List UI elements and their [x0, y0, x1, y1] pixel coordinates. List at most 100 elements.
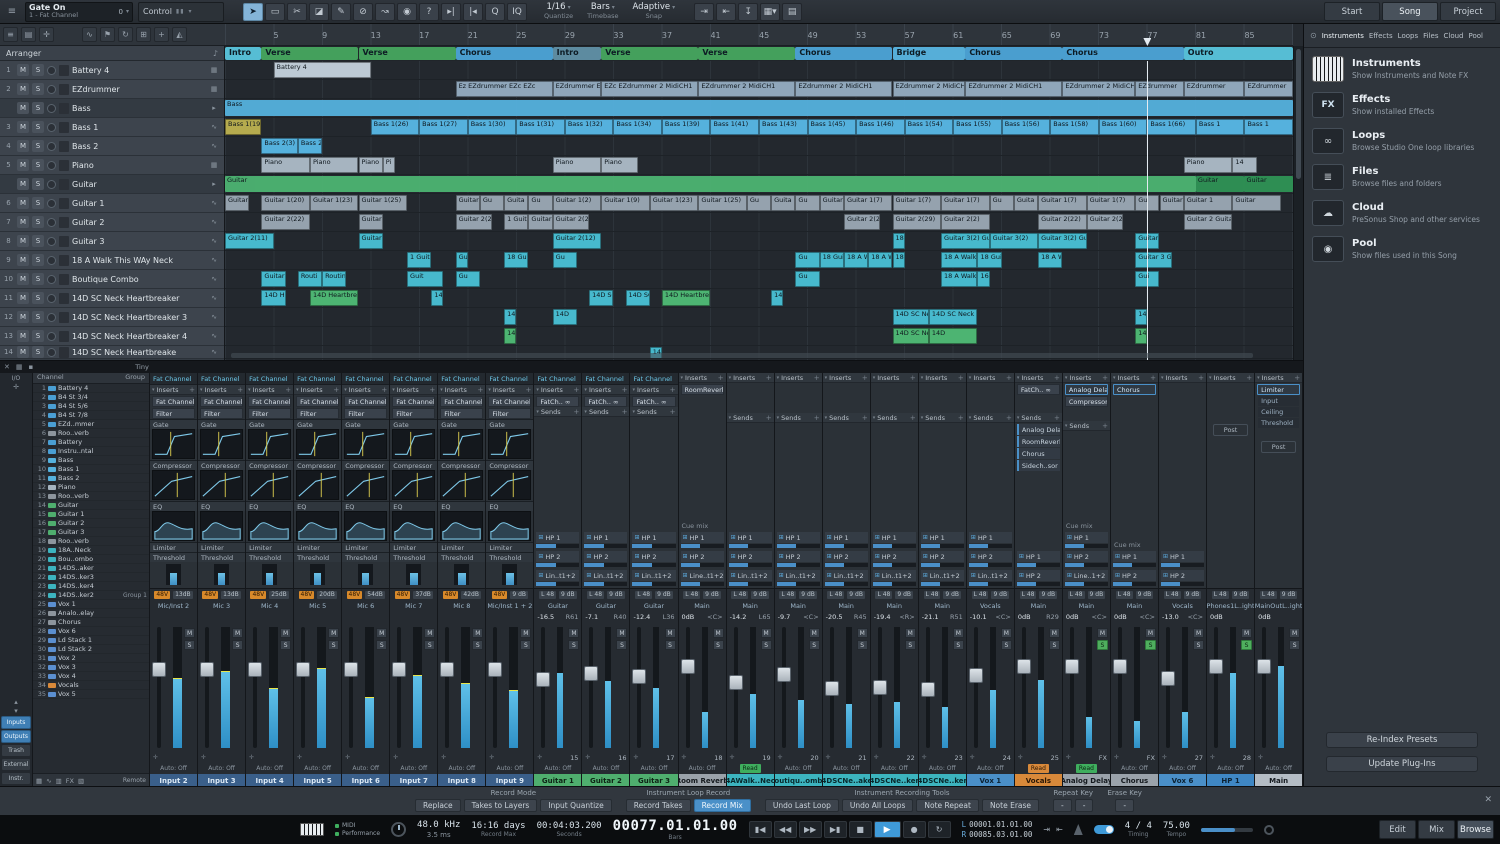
cue-send[interactable]: ⊞HP 2	[1113, 570, 1156, 581]
record-arm-button[interactable]	[47, 294, 56, 303]
browser-tab-instruments[interactable]: Instruments	[1322, 32, 1364, 40]
cue-send[interactable]: ⊞HP 1	[536, 532, 579, 543]
channel-settings-icon[interactable]: ✛	[1114, 754, 1119, 761]
layout-icon[interactable]: ▤	[21, 27, 36, 42]
clip[interactable]: Guitar 1	[1184, 195, 1233, 211]
fat-channel-header[interactable]: Fat Channel	[390, 373, 437, 385]
solo-button[interactable]: S	[472, 640, 483, 650]
track-solo-button[interactable]: S	[32, 159, 44, 171]
clip[interactable]: Guitar	[1160, 195, 1184, 211]
fat-channel-header[interactable]: Fat Channel	[486, 373, 533, 385]
fader-track[interactable]	[493, 627, 497, 748]
pan-value[interactable]: L65	[759, 613, 771, 621]
pan-value[interactable]: L36	[663, 613, 675, 621]
browser-item-instruments[interactable]: InstrumentsShow Instruments and Note FX	[1312, 56, 1492, 82]
track-solo-button[interactable]: S	[32, 140, 44, 152]
cue-send[interactable]: ⊞HP 2	[1161, 570, 1204, 581]
section-marker[interactable]: Chorus	[795, 47, 892, 60]
pan-value[interactable]: <C>	[1140, 613, 1155, 621]
clip[interactable]: Bass 1(60)	[1099, 119, 1148, 135]
channel-settings-icon[interactable]: ✛	[1162, 754, 1167, 761]
clip[interactable]: Guitar 2(2)	[359, 214, 383, 230]
solo-button[interactable]: S	[568, 640, 579, 650]
clip[interactable]: 14	[1135, 309, 1147, 325]
track-row[interactable]: 4MSBass 2∿	[0, 137, 224, 156]
add-icon[interactable]: +	[526, 386, 532, 394]
clip[interactable]: Guitar	[225, 176, 1196, 192]
inserts-header[interactable]: ▾Inserts+	[919, 373, 966, 383]
fader-track[interactable]	[974, 627, 978, 748]
latency-badge[interactable]: L 48	[924, 591, 941, 599]
add-icon[interactable]: +	[1006, 374, 1012, 382]
panel-instr-button[interactable]: Instr.	[1, 772, 31, 785]
cue-send-level[interactable]	[536, 544, 579, 548]
channel-list-item[interactable]: 29Ld Stack 1	[33, 636, 149, 645]
clip[interactable]: EZdrummer 2 MidiCH1	[698, 81, 795, 97]
channel-list-item[interactable]: 31Vox 2	[33, 654, 149, 663]
clip[interactable]: EZdrummer 2 MidiCH1	[893, 81, 966, 97]
gain-badge[interactable]: 25dB	[269, 591, 289, 599]
gain-badge[interactable]: 9 dB	[943, 591, 961, 599]
rewind-button[interactable]: ◀◀	[774, 821, 797, 838]
clip[interactable]: Guitar 1(25)	[359, 195, 408, 211]
wrench-icon[interactable]: ✛	[39, 27, 54, 42]
sends-header[interactable]: ▾Sends+	[823, 413, 870, 423]
section-marker[interactable]: Verse	[359, 47, 456, 60]
gain-badge[interactable]: 13dB	[173, 591, 193, 599]
track-solo-button[interactable]: S	[32, 254, 44, 266]
track-lane[interactable]: GuitarGuitarGuitar	[225, 175, 1293, 194]
solo-button[interactable]: S	[520, 640, 531, 650]
track-row[interactable]: 9MS18 A Walk This WAy Neck∿	[0, 251, 224, 270]
automation-mode[interactable]: Read	[1028, 764, 1049, 773]
automation-mode[interactable]: Auto: Off	[926, 764, 959, 773]
add-icon[interactable]: +	[1294, 374, 1300, 382]
solo-button[interactable]: S	[232, 640, 243, 650]
clip[interactable]: Routin	[322, 271, 346, 287]
fader-track[interactable]	[157, 627, 161, 748]
insert-slot[interactable]: Fat Channel	[392, 396, 435, 407]
track-lane[interactable]: Ez EZdrummer EZc EZcEZdrummer EZcEZc EZd…	[225, 80, 1293, 99]
clip[interactable]: Guitar 2 Guitar	[1184, 214, 1233, 230]
undo-all-loops-button[interactable]: Undo All Loops	[842, 799, 914, 812]
channel-settings-icon[interactable]: ✛	[1066, 754, 1071, 761]
gain-badge[interactable]: 9 dB	[703, 591, 721, 599]
record-arm-button[interactable]	[47, 104, 56, 113]
fat-channel-header[interactable]: Fat Channel	[582, 373, 629, 385]
monitor-volume-slider[interactable]	[1201, 828, 1253, 832]
cue-send[interactable]: ⊞Line..t1+2	[681, 570, 724, 581]
add-icon[interactable]: +	[1054, 374, 1060, 382]
performance-gauge[interactable]	[391, 822, 406, 837]
channel-settings-icon[interactable]: ✛	[778, 754, 783, 761]
section-marker[interactable]: Outro	[1184, 47, 1293, 60]
channel-settings-icon[interactable]: ✛	[1258, 754, 1263, 761]
add-icon[interactable]: +	[766, 414, 772, 422]
add-icon[interactable]: +	[718, 374, 724, 382]
clip[interactable]: 18 A Walk Thi	[941, 271, 977, 287]
inserts-header[interactable]: ▾Inserts+	[1015, 373, 1062, 383]
gain-badge[interactable]: 13dB	[221, 591, 241, 599]
cue-send-level[interactable]	[969, 544, 1012, 548]
io-label[interactable]: Main	[919, 600, 966, 611]
previous-marker-button[interactable]: ▮◀	[749, 821, 772, 838]
io-label[interactable]: Mic 5	[294, 600, 341, 611]
clip[interactable]: Gu	[795, 252, 819, 268]
inserts-header[interactable]: ▾Inserts+	[390, 385, 437, 395]
clip[interactable]: Guitar 1(23)	[650, 195, 699, 211]
solo-button[interactable]: S	[761, 640, 772, 650]
fader-handle[interactable]	[873, 680, 887, 695]
follow-playback-button[interactable]: ⇤	[716, 3, 736, 21]
gain-badge[interactable]: 9 dB	[991, 591, 1009, 599]
punch-in-icon[interactable]: ⇥	[1043, 825, 1050, 834]
range-tool[interactable]: ▭	[265, 3, 285, 21]
clip[interactable]: 1 Guitar	[504, 214, 528, 230]
io-label[interactable]: Mic 4	[246, 600, 293, 611]
clip[interactable]: Bass 1(46)	[856, 119, 905, 135]
track-row[interactable]: 2MSEZdrummer▦	[0, 80, 224, 99]
mute-button[interactable]: M	[184, 628, 195, 638]
wrench-icon[interactable]: ✛	[13, 383, 19, 391]
gain-badge[interactable]: 37dB	[413, 591, 433, 599]
insert-slot[interactable]: RoomReverb	[681, 384, 724, 395]
fader-track[interactable]	[349, 627, 353, 748]
mute-button[interactable]: M	[472, 628, 483, 638]
paint-tool[interactable]: ✎	[331, 3, 351, 21]
